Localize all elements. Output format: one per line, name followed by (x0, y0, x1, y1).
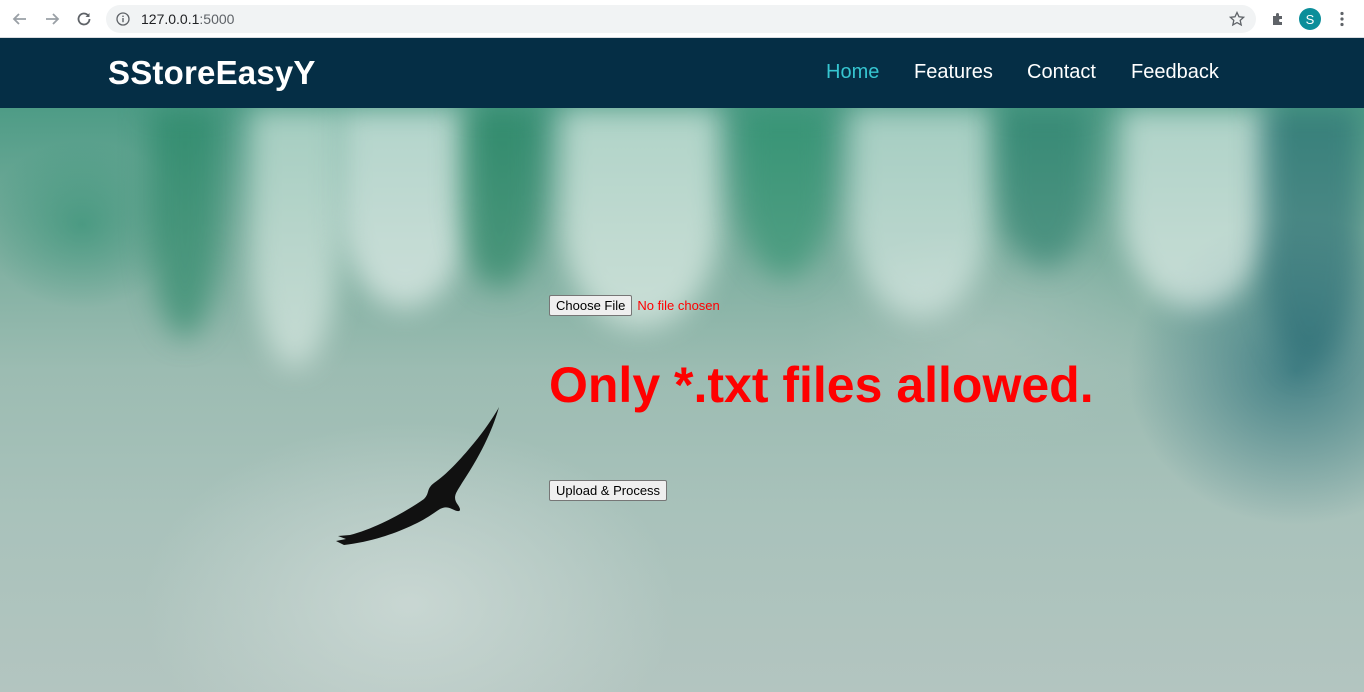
waterfall-streak (1120, 108, 1270, 308)
waterfall-streak (850, 108, 990, 318)
nav-link-feedback[interactable]: Feedback (1131, 61, 1219, 84)
forward-icon[interactable] (39, 6, 65, 32)
waterfall-streak (1260, 108, 1360, 368)
bird-image (336, 407, 499, 545)
info-icon[interactable] (116, 12, 130, 31)
back-icon[interactable] (7, 6, 33, 32)
reload-icon[interactable] (71, 6, 97, 32)
star-icon[interactable] (1228, 10, 1246, 32)
waterfall-streak (250, 108, 340, 368)
site-navbar: SStoreEasyY Home Features Contact Feedba… (0, 38, 1364, 108)
waterfall-streak (1000, 108, 1090, 268)
file-status-text: No file chosen (637, 298, 720, 313)
waterfall-streak (340, 108, 470, 308)
file-input[interactable]: Choose File No file chosen (549, 295, 720, 316)
address-bar[interactable]: 127.0.0.1:5000 (106, 5, 1256, 33)
waterfall-streak (740, 108, 830, 278)
brand-logo[interactable]: SStoreEasyY (108, 54, 316, 92)
waterfall-streak (150, 108, 220, 338)
extensions-icon[interactable] (1265, 6, 1291, 32)
url-port: :5000 (199, 11, 235, 27)
url-host: 127.0.0.1 (141, 11, 200, 27)
upload-process-button[interactable]: Upload & Process (549, 480, 668, 501)
url-text[interactable]: 127.0.0.1:5000 (141, 11, 234, 27)
profile-avatar[interactable]: S (1299, 8, 1321, 30)
nav-link-features[interactable]: Features (914, 61, 993, 84)
nav-link-contact[interactable]: Contact (1027, 61, 1096, 84)
nav-link-home[interactable]: Home (826, 61, 879, 84)
waterfall-streak (460, 108, 540, 288)
browser-toolbar: 127.0.0.1:5000 S (0, 0, 1364, 38)
file-type-warning: Only *.txt files allowed. (549, 357, 1094, 413)
more-icon[interactable] (1329, 6, 1355, 32)
choose-file-button[interactable]: Choose File (549, 295, 633, 316)
